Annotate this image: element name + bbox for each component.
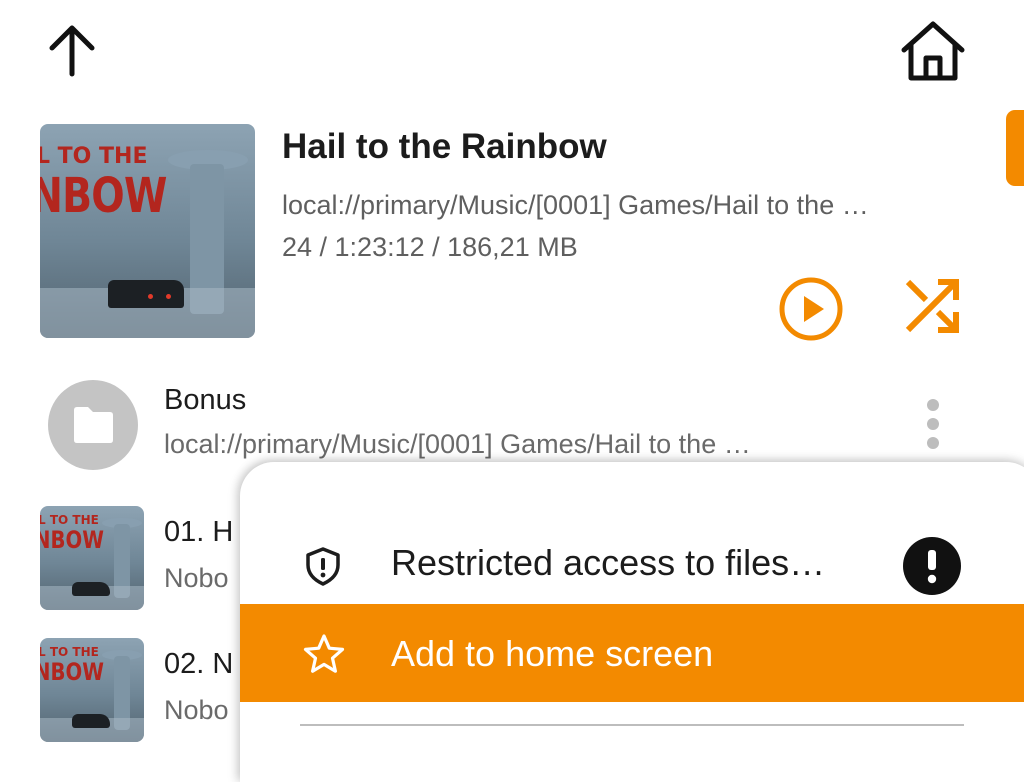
shield-icon <box>306 547 340 586</box>
menu-item-restricted-access[interactable]: Restricted access to files… <box>240 522 1024 610</box>
folder-name[interactable]: Bonus <box>164 384 246 417</box>
track-art: L TO THE NBOW <box>40 506 144 610</box>
scrollbar-thumb[interactable] <box>1006 110 1024 186</box>
track-artist: Nobo <box>164 563 229 593</box>
track-title[interactable]: 01. H <box>164 516 233 549</box>
more-vertical-icon[interactable] <box>920 398 946 454</box>
play-icon[interactable] <box>776 274 846 344</box>
art-title-line1: L TO THE <box>40 645 99 659</box>
art-title-line2: NBOW <box>40 658 104 686</box>
art-title-line2: NBOW <box>40 526 104 554</box>
popup-menu: Restricted access to files… Add to home … <box>240 462 1024 782</box>
album-info: 24 / 1:23:12 / 186,21 MB <box>282 232 578 262</box>
album-title: Hail to the Rainbow <box>282 127 607 166</box>
home-icon[interactable] <box>900 18 966 84</box>
album-path: local://primary/Music/[0001] Games/Hail … <box>282 190 869 220</box>
track-artist: Nobo <box>164 695 229 725</box>
art-title-line1: L TO THE <box>40 513 99 527</box>
folder-path: local://primary/Music/[0001] Games/Hail … <box>164 429 751 459</box>
star-icon <box>303 634 345 673</box>
track-title[interactable]: 02. N <box>164 648 233 681</box>
menu-item-label: Restricted access to files… <box>391 542 826 583</box>
arrow-up-icon[interactable] <box>44 22 100 78</box>
art-title-line2: NBOW <box>40 168 167 224</box>
folder-icon <box>74 407 113 443</box>
menu-divider <box>300 724 964 726</box>
shuffle-icon[interactable] <box>900 274 964 338</box>
album-art: L TO THE NBOW <box>40 124 255 338</box>
folder-avatar <box>48 380 138 470</box>
art-title-line1: L TO THE <box>40 144 148 169</box>
menu-item-add-to-home-screen[interactable]: Add to home screen <box>240 604 1024 702</box>
menu-item-label: Add to home screen <box>391 633 714 674</box>
track-art: L TO THE NBOW <box>40 638 144 742</box>
warning-icon <box>903 537 961 595</box>
